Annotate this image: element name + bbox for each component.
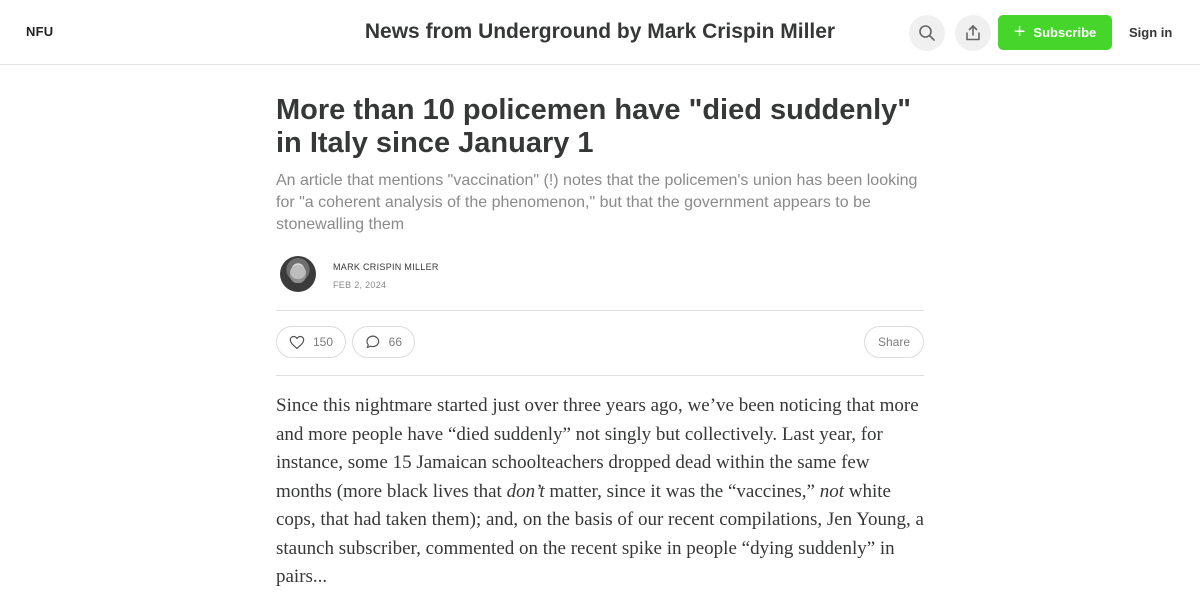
article-body-paragraph: Since this nightmare started just over t… (276, 392, 924, 592)
post-actions: 150 66 Share (276, 311, 924, 375)
article-subtitle: An article that mentions "vaccination" (… (276, 172, 918, 233)
comment-icon (366, 335, 380, 349)
search-icon (919, 25, 935, 41)
body-emphasis: don’t (506, 480, 545, 502)
heart-icon (289, 335, 305, 349)
byline: MARK CRISPIN MILLER FEB 2, 2024 (276, 256, 924, 296)
comment-count: 66 (388, 335, 402, 349)
sign-in-link[interactable]: Sign in (1129, 25, 1172, 40)
share-icon (966, 25, 980, 41)
subscribe-button[interactable]: + Subscribe (998, 15, 1112, 50)
share-button[interactable]: Share (864, 326, 924, 358)
article-title: More than 10 policemen have "died sudden… (276, 94, 912, 159)
share-publication-button[interactable] (955, 15, 991, 51)
top-navigation-bar: NFU News from Underground by Mark Crispi… (0, 0, 1200, 65)
share-label: Share (877, 335, 911, 349)
author-avatar[interactable] (280, 256, 316, 292)
like-button[interactable]: 150 (276, 326, 346, 358)
divider-bottom (276, 375, 924, 376)
post-date: FEB 2, 2024 (333, 280, 387, 290)
author-name[interactable]: MARK CRISPIN MILLER (333, 262, 439, 272)
subscribe-label: Subscribe (1033, 25, 1097, 40)
comments-button[interactable]: 66 (352, 326, 415, 358)
like-count: 150 (312, 335, 333, 349)
article: More than 10 policemen have "died sudden… (276, 94, 924, 611)
plus-icon: + (1013, 20, 1026, 43)
body-text-segment: matter, since it was the “vaccines,” (544, 480, 820, 502)
search-button[interactable] (909, 15, 945, 51)
body-emphasis: not (819, 480, 845, 502)
